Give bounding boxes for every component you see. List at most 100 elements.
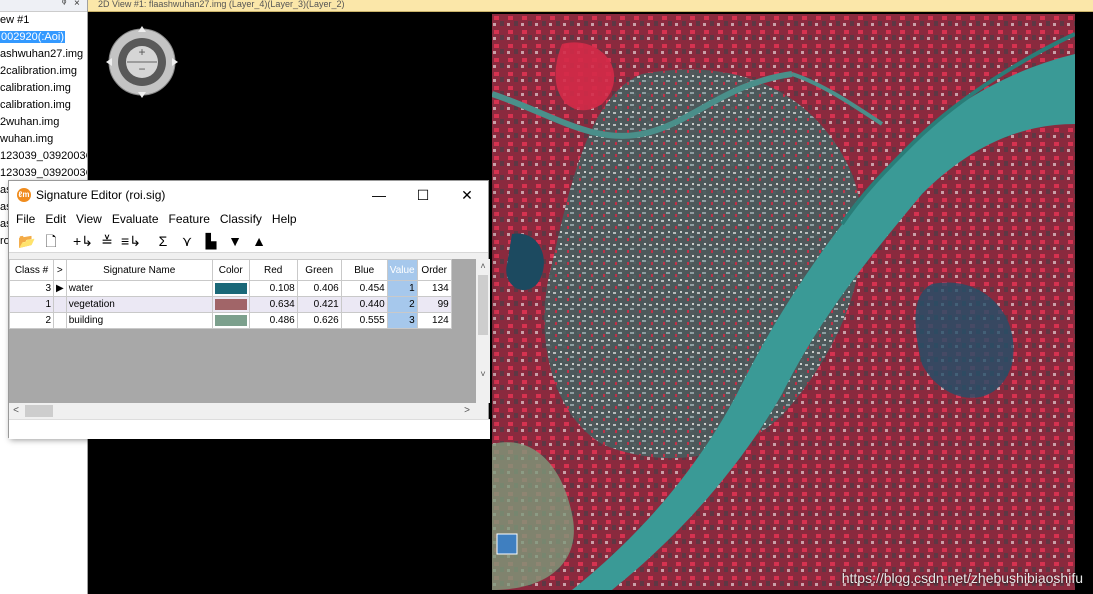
cell-order[interactable]: 134: [416, 280, 452, 297]
tree-item-label: 002920(:Aoi): [0, 31, 65, 43]
cell-green[interactable]: 0.421: [296, 296, 342, 313]
cell-green[interactable]: 0.406: [296, 280, 342, 297]
menu-help[interactable]: Help: [267, 209, 302, 229]
column-header[interactable]: Blue: [340, 259, 388, 281]
cell-blue[interactable]: 0.454: [340, 280, 388, 297]
tree-item[interactable]: ashwuhan27.img: [0, 46, 87, 63]
tree-item[interactable]: 002920(:Aoi): [0, 29, 87, 46]
menu-classify[interactable]: Classify: [215, 209, 267, 229]
pin-icon[interactable]: ᵠ: [62, 0, 66, 9]
table-header-row: Class # > Signature Name Color Red Green Blue V…: [9, 259, 452, 281]
table-row[interactable]: 3 ▶ water 0.108 0.406 0.454 1 134: [9, 280, 452, 297]
tree-item-label: 123039_0392003C: [0, 150, 88, 162]
column-header[interactable]: Class #: [9, 259, 54, 281]
cell-marker[interactable]: [53, 312, 67, 329]
tree-item-label: ew #1: [0, 14, 30, 26]
tree-item[interactable]: 123039_0392003C: [0, 148, 87, 165]
title-bar[interactable]: ℓm Signature Editor (roi.sig) — ☐ ✕: [9, 181, 488, 209]
tree-item-label: calibration.img: [0, 82, 71, 94]
color-swatch[interactable]: [211, 296, 250, 313]
histogram-icon[interactable]: ▙: [199, 230, 223, 252]
cell-order[interactable]: 99: [416, 296, 452, 313]
tree-item[interactable]: ew #1: [0, 12, 87, 29]
cell-marker[interactable]: ▶: [53, 280, 67, 297]
tree-item-label: 2wuhan.img: [0, 116, 60, 128]
horizontal-scrollbar[interactable]: < >: [9, 403, 476, 419]
sort-up-icon[interactable]: ▲: [247, 230, 271, 252]
color-swatch[interactable]: [211, 280, 250, 297]
window-title: Signature Editor (roi.sig): [36, 188, 166, 202]
tree-item-label: wuhan.img: [0, 133, 54, 145]
table-row[interactable]: 2 building 0.486 0.626 0.555 3 124: [9, 312, 452, 329]
cell-class-no[interactable]: 3: [9, 280, 54, 297]
cell-marker[interactable]: [53, 296, 67, 313]
tree-item[interactable]: wuhan.img: [0, 131, 87, 148]
column-header[interactable]: Value: [386, 259, 418, 281]
watermark: https://blog.csdn.net/zhebushibiaoshifu: [841, 570, 1083, 586]
cell-blue[interactable]: 0.555: [340, 312, 388, 329]
navigation-widget[interactable]: + −: [106, 22, 182, 102]
sort-down-icon[interactable]: ▼: [223, 230, 247, 252]
merge-icon[interactable]: ≚: [95, 230, 119, 252]
zoom-out-icon[interactable]: −: [138, 62, 145, 76]
tree-item[interactable]: 2wuhan.img: [0, 114, 87, 131]
menu-file[interactable]: File: [11, 209, 40, 229]
layer-manager-header: ᵠ ×: [0, 0, 87, 12]
cell-value[interactable]: 1: [386, 280, 418, 297]
replace-icon[interactable]: ≡↳: [119, 230, 143, 252]
menu-view[interactable]: View: [71, 209, 107, 229]
tree-item-label: ashwuhan27.img: [0, 48, 84, 60]
close-button[interactable]: ✕: [445, 181, 489, 209]
statistics-icon[interactable]: Σ: [151, 230, 175, 252]
menu-feature[interactable]: Feature: [164, 209, 215, 229]
tree-item[interactable]: calibration.img: [0, 97, 87, 114]
new-file-icon[interactable]: 🗋: [39, 230, 63, 252]
tree-item-label: calibration.img: [0, 99, 71, 111]
zoom-in-icon[interactable]: +: [138, 45, 145, 59]
table-row[interactable]: 1 vegetation 0.634 0.421 0.440 2 99: [9, 296, 452, 313]
menu-evaluate[interactable]: Evaluate: [107, 209, 164, 229]
cell-red[interactable]: 0.486: [248, 312, 298, 329]
column-header[interactable]: Color: [211, 259, 250, 281]
cell-class-no[interactable]: 1: [9, 296, 54, 313]
menu-edit[interactable]: Edit: [40, 209, 71, 229]
column-header[interactable]: Order: [416, 259, 452, 281]
cell-value[interactable]: 3: [386, 312, 418, 329]
vertical-scrollbar[interactable]: ˄ ˅: [476, 259, 490, 403]
column-header[interactable]: Green: [296, 259, 342, 281]
scroll-thumb[interactable]: [25, 405, 53, 417]
cell-blue[interactable]: 0.440: [340, 296, 388, 313]
cell-name[interactable]: vegetation: [65, 296, 213, 313]
tree-item[interactable]: calibration.img: [0, 80, 87, 97]
scroll-right-icon[interactable]: >: [460, 403, 474, 419]
scroll-left-icon[interactable]: <: [9, 403, 23, 419]
column-header[interactable]: Red: [248, 259, 298, 281]
cell-name[interactable]: water: [65, 280, 213, 297]
add-signature-icon[interactable]: +↳: [71, 230, 95, 252]
minimize-button[interactable]: —: [357, 181, 401, 209]
scroll-down-icon[interactable]: ˅: [476, 367, 490, 381]
column-header[interactable]: >: [53, 259, 67, 281]
open-folder-icon[interactable]: 📂: [15, 230, 39, 252]
cell-class-no[interactable]: 2: [9, 312, 54, 329]
tree-item[interactable]: 2calibration.img: [0, 63, 87, 80]
cell-red[interactable]: 0.108: [248, 280, 298, 297]
view-title: 2D View #1: flaashwuhan27.img (Layer_4)(…: [98, 0, 345, 9]
cell-red[interactable]: 0.634: [248, 296, 298, 313]
menu-bar: File Edit View Evaluate Feature Classify Help: [9, 209, 488, 229]
scroll-up-icon[interactable]: ˄: [476, 259, 490, 273]
status-strip: [9, 419, 490, 439]
color-swatch[interactable]: [211, 312, 250, 329]
close-icon[interactable]: ×: [74, 0, 80, 9]
maximize-button[interactable]: ☐: [401, 181, 445, 209]
column-header[interactable]: Signature Name: [65, 259, 213, 281]
cell-order[interactable]: 124: [416, 312, 452, 329]
cell-value[interactable]: 2: [386, 296, 418, 313]
cell-name[interactable]: building: [65, 312, 213, 329]
cell-green[interactable]: 0.626: [296, 312, 342, 329]
toolbar: 📂 🗋 +↳ ≚ ≡↳ Σ ⋎ ▙ ▼ ▲: [9, 229, 488, 253]
scroll-thumb[interactable]: [478, 275, 488, 335]
app-icon: ℓm: [17, 188, 31, 202]
mean-plot-icon[interactable]: ⋎: [175, 230, 199, 252]
color-swatch-fill: [214, 299, 247, 310]
